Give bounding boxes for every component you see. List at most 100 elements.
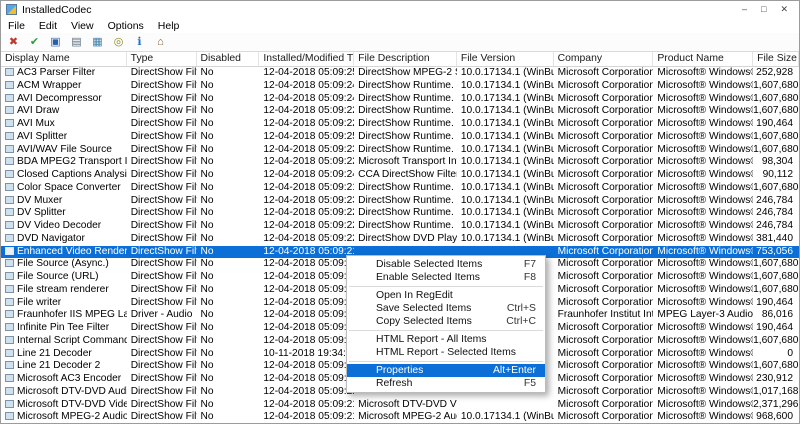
table-cell: DirectShow Runtime. xyxy=(354,105,457,118)
table-row[interactable]: AVI SplitterDirectShow FilterNo12-04-201… xyxy=(1,131,799,144)
column-header-row: Display NameTypeDisabledInstalled/Modifi… xyxy=(1,52,799,67)
table-cell: Microsoft Corporation xyxy=(554,297,654,310)
table-cell: Microsoft Corporation xyxy=(554,80,654,93)
col-header-file-version[interactable]: File Version xyxy=(457,52,554,66)
table-cell: AVI Splitter xyxy=(1,131,127,144)
table-cell: 10-11-2018 19:34:56 xyxy=(259,348,354,361)
table-cell: 0 xyxy=(753,348,799,361)
table-cell: 12-04-2018 05:09:22 xyxy=(259,220,354,233)
col-header-file-description[interactable]: File Description xyxy=(354,52,457,66)
enable-selected-icon[interactable]: ✔ xyxy=(26,34,43,50)
context-item-copy-selected-items[interactable]: Copy Selected ItemsCtrl+C xyxy=(347,315,545,328)
context-item-enable-selected-items[interactable]: Enable Selected ItemsF8 xyxy=(347,271,545,284)
save-icon[interactable]: ▣ xyxy=(47,34,64,50)
menu-view[interactable]: View xyxy=(64,19,101,33)
table-cell: 10.0.17134.1 (WinBuild.1... xyxy=(457,80,554,93)
codec-icon xyxy=(5,234,14,242)
menu-help[interactable]: Help xyxy=(151,19,187,33)
codec-icon xyxy=(5,387,14,395)
col-header-disabled[interactable]: Disabled xyxy=(197,52,260,66)
table-cell: Fraunhofer Institut Integ... xyxy=(554,309,654,322)
table-cell: 1,607,680 xyxy=(753,182,799,195)
table-cell: DirectShow Filter xyxy=(127,233,197,246)
context-item-disable-selected-items[interactable]: Disable Selected ItemsF7 xyxy=(347,258,545,271)
menu-edit[interactable]: Edit xyxy=(32,19,64,33)
html-report-icon[interactable]: ◎ xyxy=(110,34,127,50)
table-cell: DirectShow Filter xyxy=(127,284,197,297)
table-cell: Microsoft DTV-DVD Video D... xyxy=(1,399,127,412)
table-cell: 10.0.17134.1 (WinBuild.1... xyxy=(457,67,554,80)
table-cell: 1,607,680 xyxy=(753,105,799,118)
table-cell: No xyxy=(197,335,260,348)
table-row[interactable]: DV SplitterDirectShow FilterNo12-04-2018… xyxy=(1,207,799,220)
table-row[interactable]: AVI DecompressorDirectShow FilterNo12-04… xyxy=(1,93,799,106)
display-name-text: AC3 Parser Filter xyxy=(17,67,95,78)
menu-file[interactable]: File xyxy=(1,19,32,33)
context-item-shortcut: Ctrl+C xyxy=(506,315,536,328)
maximize-button[interactable]: □ xyxy=(761,4,766,15)
disable-selected-icon[interactable]: ✖ xyxy=(5,34,22,50)
context-item-refresh[interactable]: RefreshF5 xyxy=(347,377,545,390)
context-item-properties[interactable]: PropertiesAlt+Enter xyxy=(347,364,545,377)
col-header-installed-modified-time[interactable]: Installed/Modified Time xyxy=(259,52,354,66)
table-cell: 10.0.17134.1 (WinBuild.1... xyxy=(457,182,554,195)
table-cell: 1,607,680 xyxy=(753,131,799,144)
display-name-text: Internal Script Command Re... xyxy=(17,335,127,346)
table-row[interactable]: DV Video DecoderDirectShow FilterNo12-04… xyxy=(1,220,799,233)
display-name-text: Line 21 Decoder 2 xyxy=(17,360,100,371)
context-item-open-in-regedit[interactable]: Open In RegEdit xyxy=(347,289,545,302)
table-cell: Microsoft® Windows® ... xyxy=(653,335,753,348)
regedit-icon[interactable]: ▦ xyxy=(89,34,106,50)
table-row[interactable]: ACM WrapperDirectShow FilterNo12-04-2018… xyxy=(1,80,799,93)
codec-icon xyxy=(5,361,14,369)
table-row[interactable]: AVI MuxDirectShow FilterNo12-04-2018 05:… xyxy=(1,118,799,131)
table-row[interactable]: BDA MPEG2 Transport Infor...DirectShow F… xyxy=(1,156,799,169)
table-row[interactable]: AVI DrawDirectShow FilterNo12-04-2018 05… xyxy=(1,105,799,118)
table-cell: 12-04-2018 05:09:21 xyxy=(259,411,354,424)
table-row[interactable]: Microsoft DTV-DVD Video D...DirectShow F… xyxy=(1,399,799,412)
table-cell: DV Muxer xyxy=(1,195,127,208)
table-cell: Microsoft Corporation xyxy=(554,182,654,195)
table-cell: Internal Script Command Re... xyxy=(1,335,127,348)
col-header-display-name[interactable]: Display Name xyxy=(1,52,127,66)
minimize-button[interactable]: – xyxy=(742,4,747,15)
context-item-html-report-all-items[interactable]: HTML Report - All Items xyxy=(347,333,545,346)
table-row[interactable]: DV MuxerDirectShow FilterNo12-04-2018 05… xyxy=(1,195,799,208)
close-button[interactable]: ✕ xyxy=(780,4,788,15)
context-item-label: HTML Report - Selected Items xyxy=(376,346,516,359)
table-row[interactable]: DVD NavigatorDirectShow FilterNo12-04-20… xyxy=(1,233,799,246)
display-name-text: ACM Wrapper xyxy=(17,80,81,91)
table-cell: 10.0.17134.1 (WinBuild.1... xyxy=(457,220,554,233)
context-item-save-selected-items[interactable]: Save Selected ItemsCtrl+S xyxy=(347,302,545,315)
table-cell: 968,600 xyxy=(753,411,799,424)
context-item-html-report-selected-items[interactable]: HTML Report - Selected Items xyxy=(347,346,545,359)
table-cell: File stream renderer xyxy=(1,284,127,297)
table-cell: Microsoft® Windows® ... xyxy=(653,220,753,233)
codec-icon xyxy=(5,272,14,280)
table-cell: Microsoft Corporation xyxy=(554,118,654,131)
display-name-text: Microsoft DTV-DVD Audio ... xyxy=(17,386,127,397)
col-header-product-name[interactable]: Product Name xyxy=(653,52,753,66)
col-header-type[interactable]: Type xyxy=(127,52,197,66)
exit-icon[interactable]: ⌂ xyxy=(152,34,169,50)
table-cell: BDA MPEG2 Transport Infor... xyxy=(1,156,127,169)
codec-icon xyxy=(5,349,14,357)
col-header-company[interactable]: Company xyxy=(554,52,654,66)
table-cell: Microsoft® Windows® ... xyxy=(653,271,753,284)
table-cell: Microsoft DTV-DVD Vide... xyxy=(354,399,457,412)
table-cell: AC3 Parser Filter xyxy=(1,67,127,80)
table-cell: DirectShow Filter xyxy=(127,93,197,106)
context-item-label: Refresh xyxy=(376,377,412,390)
col-header-file-size[interactable]: File Size xyxy=(753,52,799,66)
table-row[interactable]: Closed Captions Analysis Fil...DirectSho… xyxy=(1,169,799,182)
context-item-shortcut: F8 xyxy=(524,271,536,284)
copy-icon[interactable]: ▤ xyxy=(68,34,85,50)
table-row[interactable]: AVI/WAV File SourceDirectShow FilterNo12… xyxy=(1,144,799,157)
properties-icon[interactable]: ℹ xyxy=(131,34,148,50)
table-cell: DirectShow Filter xyxy=(127,220,197,233)
menu-options[interactable]: Options xyxy=(101,19,151,33)
codec-icon xyxy=(5,157,14,165)
table-row[interactable]: Color Space ConverterDirectShow FilterNo… xyxy=(1,182,799,195)
table-row[interactable]: Microsoft MPEG-2 Audio E...DirectShow Fi… xyxy=(1,411,799,424)
table-row[interactable]: AC3 Parser FilterDirectShow FilterNo12-0… xyxy=(1,67,799,80)
